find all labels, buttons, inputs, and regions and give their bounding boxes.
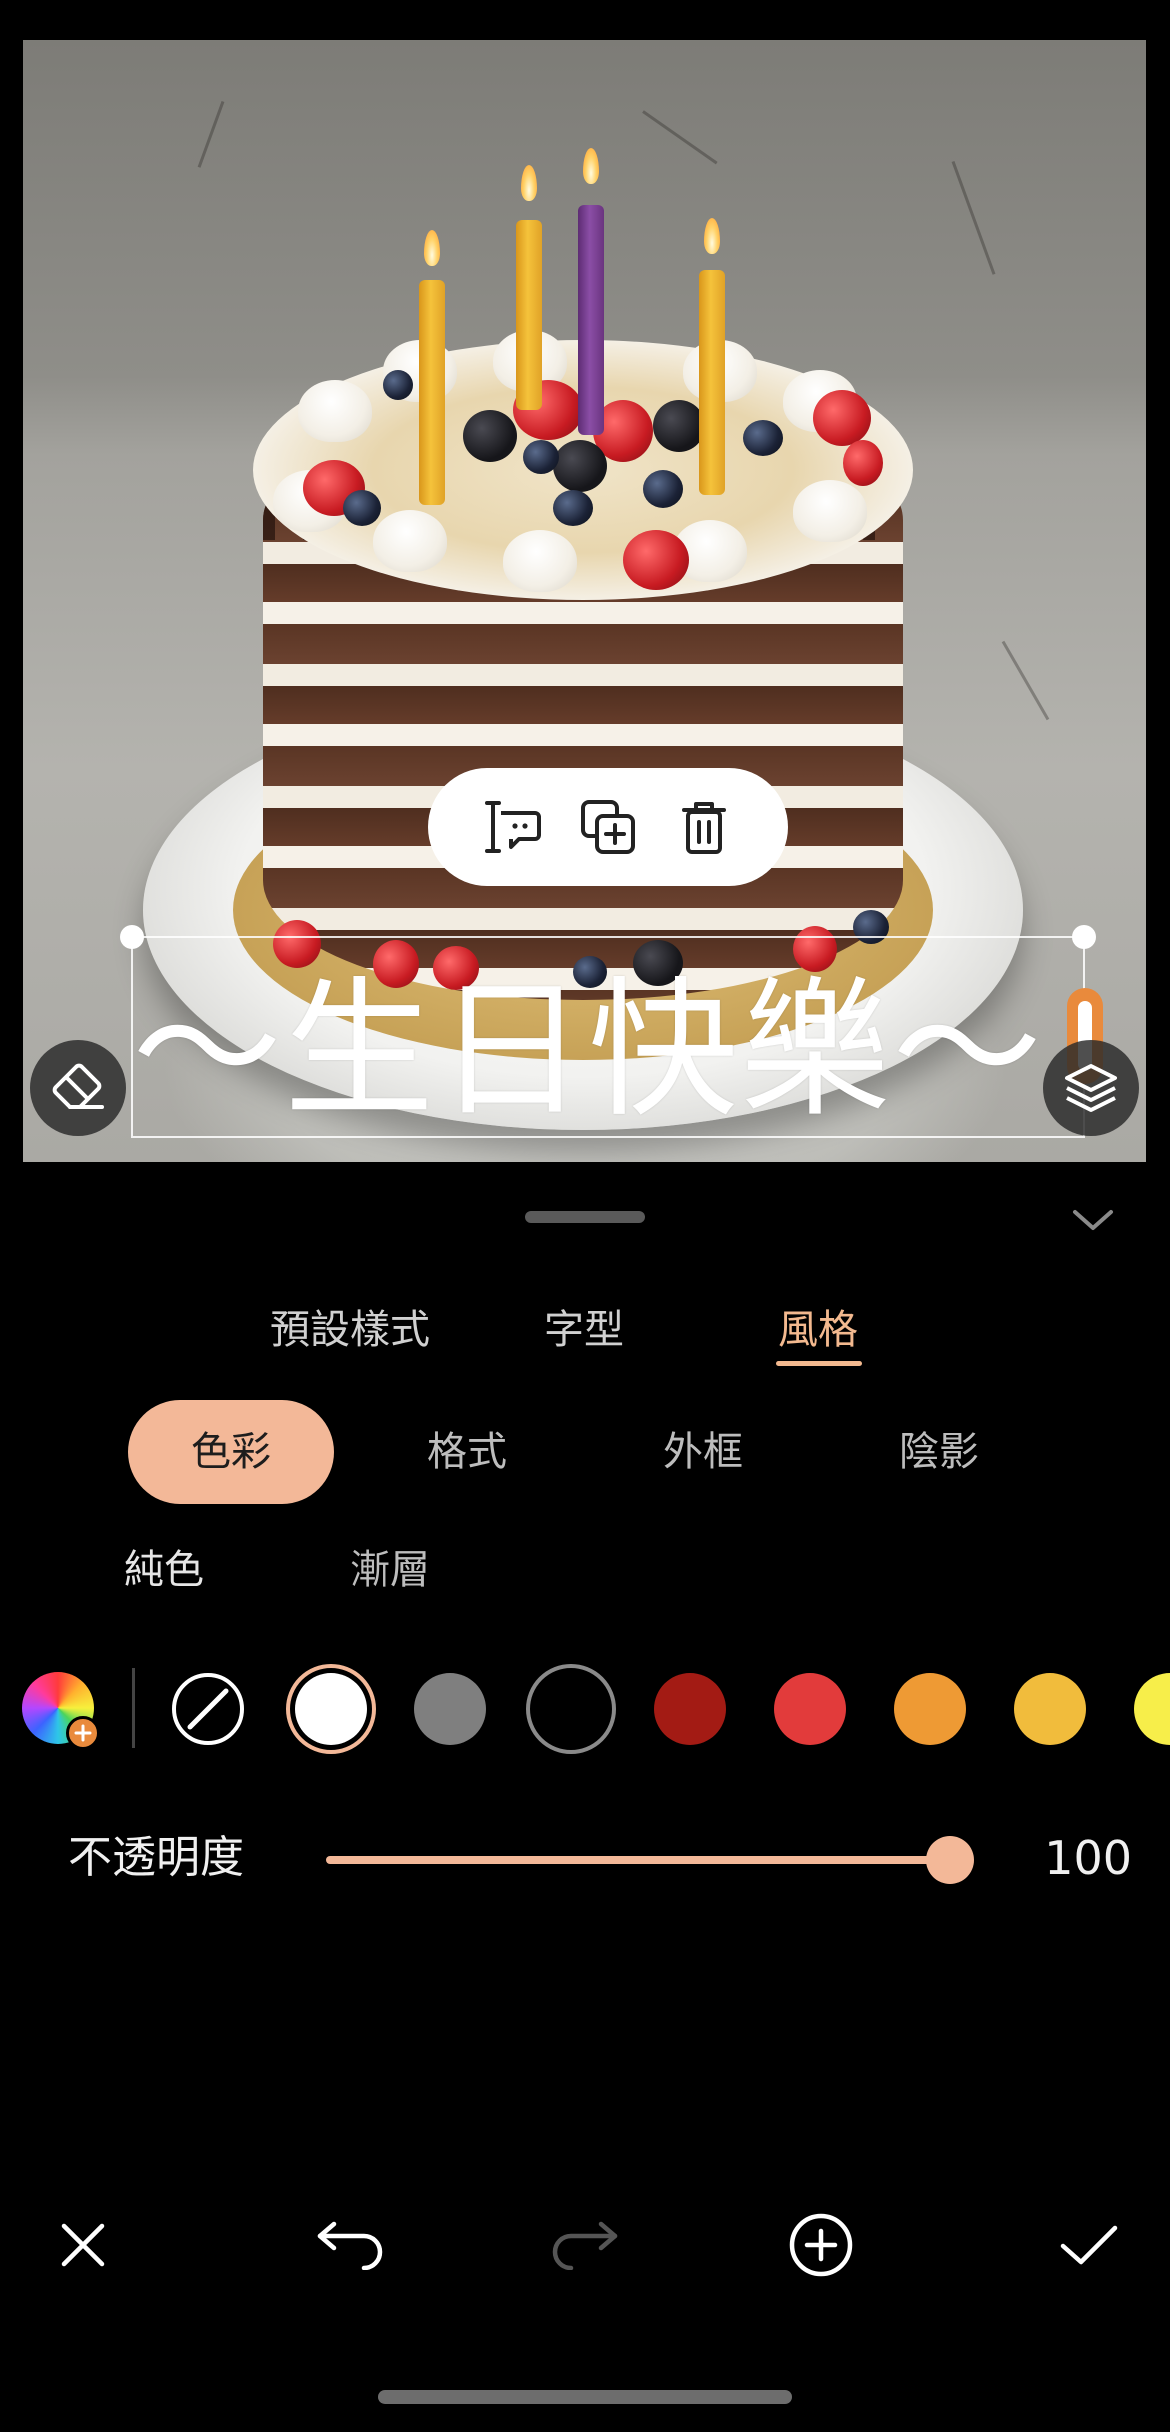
wall-crack bbox=[1001, 640, 1050, 721]
opacity-value: 100 bbox=[1044, 1831, 1132, 1885]
no-color-icon bbox=[187, 1688, 229, 1730]
fill-gradient[interactable]: 漸層 bbox=[350, 1540, 430, 1600]
wall-crack bbox=[197, 100, 225, 168]
wall-crack bbox=[642, 110, 718, 165]
undo-icon bbox=[317, 2221, 383, 2270]
blueberry bbox=[643, 470, 683, 508]
cream-dollop bbox=[793, 480, 867, 542]
candle-flame bbox=[583, 148, 599, 184]
custom-color-picker[interactable] bbox=[22, 1672, 100, 1750]
photo-canvas[interactable]: ～生日快樂～ bbox=[23, 40, 1146, 1162]
corner-handle-top-right[interactable] bbox=[1072, 925, 1096, 949]
text-overlay[interactable]: ～生日快樂～ bbox=[132, 938, 1043, 1138]
active-tab-underline bbox=[776, 1361, 862, 1366]
cream-dollop bbox=[373, 510, 447, 572]
layers-button[interactable] bbox=[1043, 1040, 1139, 1136]
duplicate-icon[interactable] bbox=[576, 795, 640, 859]
text-action-toolbar bbox=[428, 768, 788, 886]
bottom-action-bar bbox=[0, 2200, 1170, 2290]
swatch-yellow-orange[interactable] bbox=[1014, 1673, 1086, 1745]
swatch-orange[interactable] bbox=[894, 1673, 966, 1745]
strawberry bbox=[623, 530, 689, 590]
close-icon bbox=[61, 2223, 105, 2267]
tab-presets[interactable]: 預設樣式 bbox=[262, 1300, 438, 1360]
collapse-panel-button[interactable] bbox=[1068, 1200, 1118, 1240]
subtab-outline[interactable]: 外框 bbox=[636, 1400, 770, 1504]
opacity-label: 不透明度 bbox=[68, 1832, 244, 1883]
subtab-format[interactable]: 格式 bbox=[400, 1400, 534, 1504]
swatch-dark-red[interactable] bbox=[654, 1673, 726, 1745]
blueberry bbox=[383, 370, 413, 400]
add-text-button[interactable] bbox=[776, 2200, 866, 2290]
blackberry bbox=[653, 400, 705, 452]
blueberry bbox=[343, 490, 381, 526]
candle-flame bbox=[704, 218, 720, 254]
undo-button[interactable] bbox=[305, 2200, 395, 2290]
blackberry bbox=[463, 410, 517, 462]
subtab-shadow[interactable]: 陰影 bbox=[872, 1400, 1006, 1504]
swatch-white[interactable] bbox=[286, 1664, 376, 1754]
trash-icon[interactable] bbox=[672, 795, 736, 859]
chevron-down-icon bbox=[1073, 1210, 1113, 1230]
blueberry bbox=[523, 440, 559, 474]
close-button[interactable] bbox=[38, 2200, 128, 2290]
strawberry bbox=[843, 440, 883, 486]
home-indicator bbox=[378, 2390, 792, 2404]
layers-icon bbox=[1065, 1064, 1117, 1112]
candle bbox=[699, 270, 725, 495]
eraser-button[interactable] bbox=[30, 1040, 126, 1136]
color-swatches bbox=[0, 1664, 1170, 1764]
swatch-gray[interactable] bbox=[414, 1673, 486, 1745]
swatch-divider bbox=[132, 1668, 135, 1748]
eraser-icon bbox=[52, 1063, 104, 1109]
opacity-slider-track[interactable] bbox=[326, 1856, 950, 1864]
swatch-none[interactable] bbox=[172, 1673, 244, 1745]
candle bbox=[419, 280, 445, 505]
redo-icon bbox=[552, 2221, 618, 2270]
text-selection-box[interactable]: ～生日快樂～ bbox=[120, 925, 1103, 1138]
text-cursor-icon[interactable] bbox=[480, 795, 544, 859]
fill-solid[interactable]: 純色 bbox=[124, 1540, 204, 1600]
subtab-color[interactable]: 色彩 bbox=[128, 1400, 334, 1504]
candle bbox=[578, 205, 604, 435]
tab-style[interactable]: 風格 bbox=[770, 1300, 866, 1360]
blueberry bbox=[743, 420, 783, 456]
blackberry bbox=[553, 440, 607, 492]
cream-dollop bbox=[503, 530, 577, 592]
strawberry bbox=[813, 390, 871, 446]
candle bbox=[516, 220, 542, 410]
tab-font[interactable]: 字型 bbox=[536, 1300, 632, 1360]
candle-flame bbox=[424, 230, 440, 266]
opacity-control: 不透明度 100 bbox=[0, 1820, 1170, 1900]
swatch-red[interactable] bbox=[774, 1673, 846, 1745]
blueberry bbox=[553, 490, 593, 526]
redo-button[interactable] bbox=[540, 2200, 630, 2290]
confirm-button[interactable] bbox=[1044, 2200, 1134, 2290]
plus-icon bbox=[66, 1716, 100, 1750]
cream-dollop bbox=[298, 380, 372, 442]
style-sub-tabs: 色彩 格式 外框 陰影 bbox=[0, 1400, 1170, 1504]
check-icon bbox=[1060, 2225, 1118, 2265]
add-circle-icon bbox=[789, 2213, 853, 2277]
candle-flame bbox=[521, 165, 537, 201]
fill-type-options: 純色 漸層 bbox=[0, 1540, 1170, 1600]
panel-grabber[interactable] bbox=[525, 1211, 645, 1223]
wall-crack bbox=[951, 160, 996, 275]
swatch-black[interactable] bbox=[526, 1664, 616, 1754]
swatch-yellow[interactable] bbox=[1134, 1673, 1170, 1745]
main-tabs: 預設樣式 字型 風格 bbox=[0, 1300, 1170, 1370]
opacity-slider-thumb[interactable] bbox=[926, 1836, 974, 1884]
